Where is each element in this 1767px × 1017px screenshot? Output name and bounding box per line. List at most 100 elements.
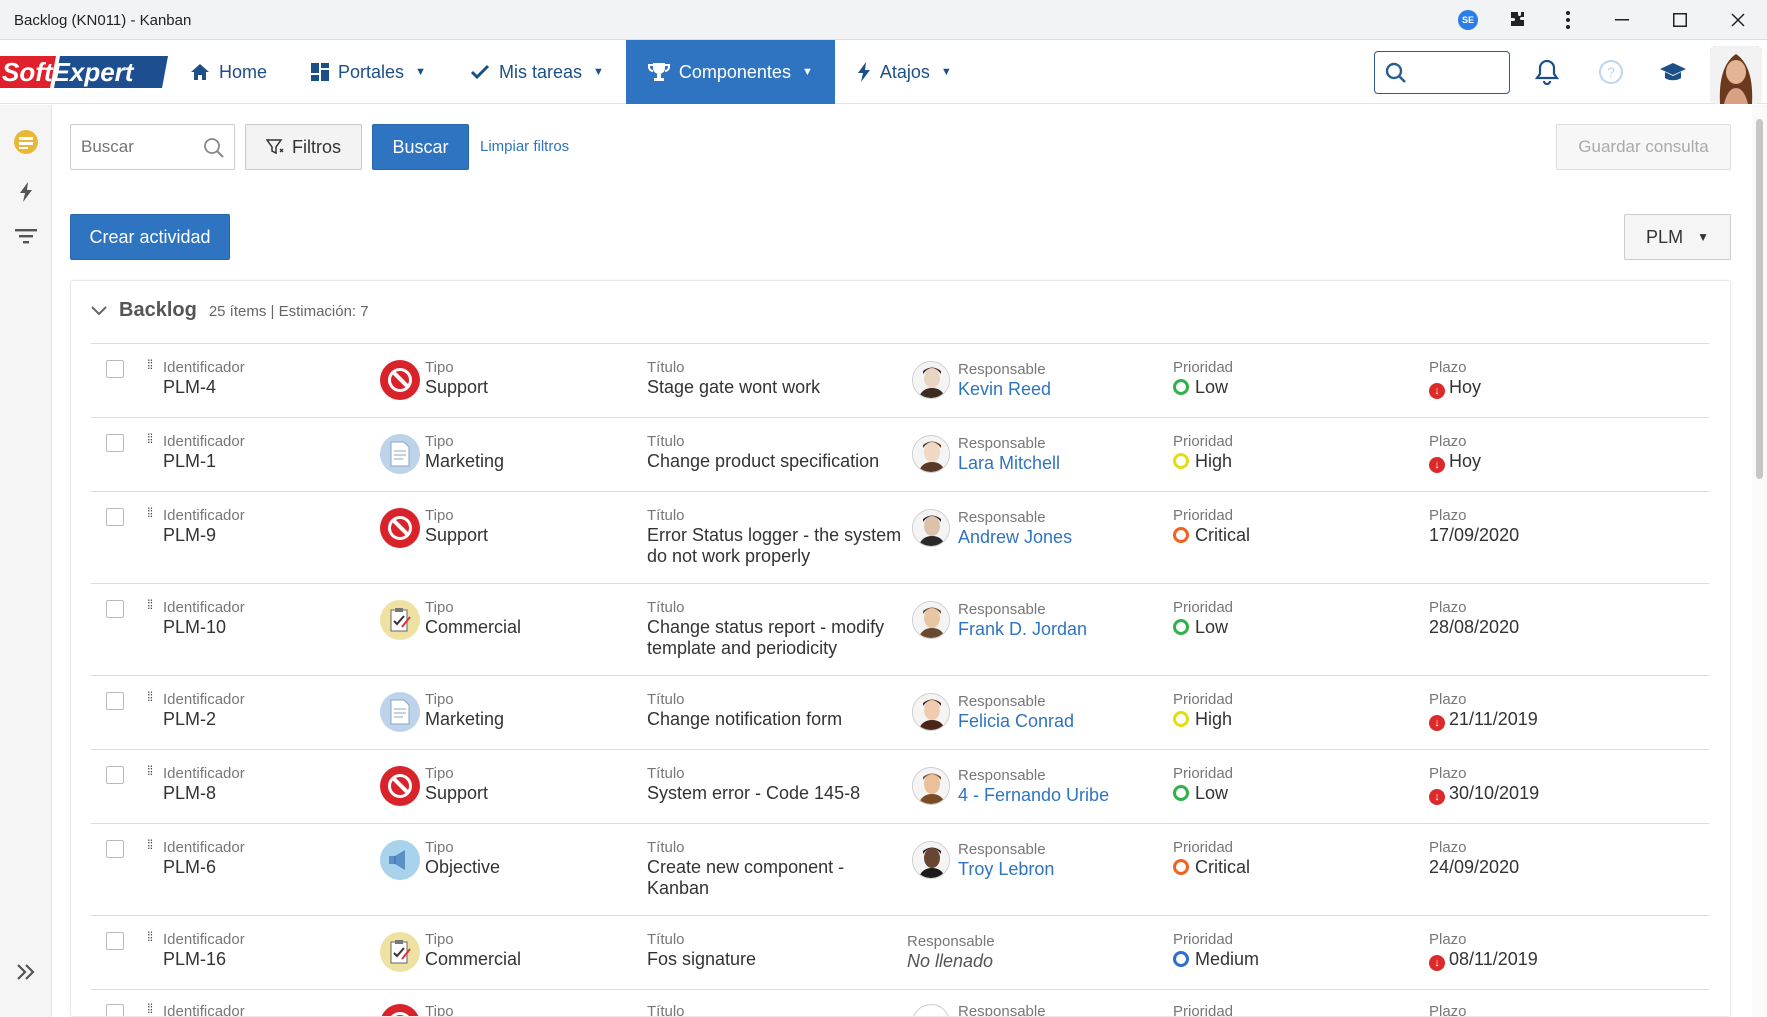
softexpert-logo[interactable]: SoftExpert: [0, 54, 168, 90]
id-value[interactable]: PLM-9: [163, 525, 245, 546]
drag-handle-icon[interactable]: ⁞⁞: [147, 930, 153, 943]
owner-cell[interactable]: Responsable Felicia Conrad: [958, 693, 1074, 732]
nav-mis-tareas[interactable]: Mis tareas ▼: [448, 40, 626, 104]
drag-handle-icon[interactable]: ⁞⁞: [147, 1002, 153, 1015]
title-cell[interactable]: Título Create new component - Kanban: [647, 839, 844, 899]
drag-handle-icon[interactable]: ⁞⁞: [147, 358, 153, 371]
id-value[interactable]: PLM-6: [163, 857, 245, 878]
chevron-down-icon[interactable]: [91, 303, 107, 321]
create-activity-button[interactable]: Crear actividad: [70, 214, 230, 260]
table-row[interactable]: ⁞⁞ Identificador PLM-6 Tipo Objective Título C…: [91, 824, 1709, 916]
owner-value[interactable]: No llenado: [907, 951, 995, 972]
row-checkbox[interactable]: [106, 766, 124, 784]
nav-home[interactable]: Home: [168, 40, 289, 104]
nav-componentes[interactable]: Componentes ▼: [625, 40, 835, 104]
title-cell[interactable]: Título System error - Code 145-8: [647, 765, 860, 804]
drag-handle-icon[interactable]: ⁞⁞: [147, 838, 153, 851]
title-value[interactable]: do not work properly: [647, 546, 901, 567]
owner-cell[interactable]: Responsable Lara Mitchell: [958, 435, 1060, 474]
drag-handle-icon[interactable]: ⁞⁞: [147, 690, 153, 703]
title-value[interactable]: Change product specification: [647, 451, 879, 472]
title-cell[interactable]: Título Change notification form: [647, 691, 842, 730]
owner-value[interactable]: Troy Lebron: [958, 859, 1054, 880]
title-cell[interactable]: Título Change status report - modify templ…: [647, 599, 884, 659]
owner-cell[interactable]: Responsable Andrew Jones: [958, 509, 1072, 548]
id-value[interactable]: PLM-1: [163, 451, 245, 472]
graduation-cap-icon[interactable]: [1656, 52, 1690, 92]
drag-handle-icon[interactable]: ⁞⁞: [147, 598, 153, 611]
search-button[interactable]: Buscar: [372, 124, 469, 170]
row-checkbox[interactable]: [106, 840, 124, 858]
maximize-window-icon[interactable]: [1651, 0, 1709, 40]
id-value[interactable]: PLM-8: [163, 783, 245, 804]
title-value[interactable]: Kanban: [647, 878, 844, 899]
drag-handle-icon[interactable]: ⁞⁞: [147, 432, 153, 445]
title-value[interactable]: Error Status logger - the system: [647, 525, 901, 546]
kanban-board-icon[interactable]: [13, 129, 39, 155]
owner-value[interactable]: Kevin Reed: [958, 379, 1051, 400]
title-value[interactable]: System error - Code 145-8: [647, 783, 860, 804]
owner-value[interactable]: Lara Mitchell: [958, 453, 1060, 474]
drag-handle-icon[interactable]: ⁞⁞: [147, 764, 153, 777]
owner-cell[interactable]: Responsable Frank D. Jordan: [958, 601, 1087, 640]
owner-value[interactable]: Frank D. Jordan: [958, 619, 1087, 640]
title-value[interactable]: Stage gate wont work: [647, 377, 820, 398]
project-select[interactable]: PLM ▼: [1624, 214, 1731, 260]
title-value[interactable]: template and periodicity: [647, 638, 884, 659]
title-cell[interactable]: Título Fos signature: [647, 931, 756, 970]
id-value[interactable]: PLM-16: [163, 949, 245, 970]
filters-button[interactable]: Filtros: [245, 124, 362, 170]
page-scrollbar[interactable]: [1752, 105, 1767, 1017]
user-avatar[interactable]: [1710, 46, 1762, 104]
owner-cell[interactable]: Responsable 4 - Fernando Uribe: [958, 767, 1109, 806]
owner-value[interactable]: 4 - Fernando Uribe: [958, 785, 1109, 806]
row-checkbox[interactable]: [106, 932, 124, 950]
more-vertical-icon[interactable]: [1543, 0, 1593, 40]
close-window-icon[interactable]: [1709, 0, 1767, 40]
table-row-partial[interactable]: ⁞⁞ Identificador Tipo Título Responsable Prio…: [91, 990, 1709, 1016]
table-row[interactable]: ⁞⁞ Identificador PLM-16 Tipo Commercial Títul…: [91, 916, 1709, 990]
row-checkbox[interactable]: [106, 360, 124, 378]
expand-sidebar-icon[interactable]: [13, 959, 39, 985]
row-checkbox[interactable]: [106, 434, 124, 452]
owner-cell[interactable]: Responsable Kevin Reed: [958, 361, 1051, 400]
table-row[interactable]: ⁞⁞ Identificador PLM-1 Tipo Marketing Título C…: [91, 418, 1709, 492]
title-value[interactable]: Create new component -: [647, 857, 844, 878]
row-checkbox[interactable]: [106, 508, 124, 526]
owner-cell[interactable]: Responsable Troy Lebron: [958, 841, 1054, 880]
title-cell[interactable]: Título Stage gate wont work: [647, 359, 820, 398]
owner-cell[interactable]: Responsable No llenado: [907, 933, 995, 972]
minimize-window-icon[interactable]: [1593, 0, 1651, 40]
help-icon[interactable]: ?: [1594, 52, 1628, 92]
title-value[interactable]: Change notification form: [647, 709, 842, 730]
title-value[interactable]: Change status report - modify: [647, 617, 884, 638]
table-row[interactable]: ⁞⁞ Identificador PLM-9 Tipo Support Título Err…: [91, 492, 1709, 584]
id-value[interactable]: PLM-2: [163, 709, 245, 730]
title-cell[interactable]: Título Error Status logger - the system do…: [647, 507, 901, 567]
row-checkbox[interactable]: [106, 600, 124, 618]
notifications-bell-icon[interactable]: [1530, 52, 1564, 92]
id-value[interactable]: PLM-4: [163, 377, 245, 398]
table-row[interactable]: ⁞⁞ Identificador PLM-8 Tipo Support Título Sys…: [91, 750, 1709, 824]
table-row[interactable]: ⁞⁞ Identificador PLM-2 Tipo Marketing Título C…: [91, 676, 1709, 750]
nav-atajos[interactable]: Atajos ▼: [835, 40, 974, 104]
scrollbar-thumb[interactable]: [1756, 119, 1763, 479]
owner-value[interactable]: Felicia Conrad: [958, 711, 1074, 732]
title-cell[interactable]: Título Change product specification: [647, 433, 879, 472]
backlog-header[interactable]: Backlog 25 ítems | Estimación: 7: [91, 299, 369, 322]
softexpert-extension-icon[interactable]: SE: [1443, 0, 1493, 40]
owner-value[interactable]: Andrew Jones: [958, 527, 1072, 548]
extensions-puzzle-icon[interactable]: [1493, 0, 1543, 40]
id-value[interactable]: PLM-10: [163, 617, 245, 638]
save-query-button[interactable]: Guardar consulta: [1556, 124, 1731, 170]
table-row[interactable]: ⁞⁞ Identificador PLM-10 Tipo Commercial Títul…: [91, 584, 1709, 676]
table-row[interactable]: ⁞⁞ Identificador PLM-4 Tipo Support Título Sta…: [91, 344, 1709, 418]
search-input-container[interactable]: [70, 124, 235, 170]
global-search-input[interactable]: [1374, 51, 1510, 94]
nav-portales[interactable]: Portales ▼: [289, 40, 448, 104]
title-value[interactable]: Fos signature: [647, 949, 756, 970]
drag-handle-icon[interactable]: ⁞⁞: [147, 506, 153, 519]
search-input[interactable]: [81, 137, 196, 157]
row-checkbox[interactable]: [106, 1004, 124, 1016]
clear-filters-link[interactable]: Limpiar filtros: [480, 138, 569, 155]
